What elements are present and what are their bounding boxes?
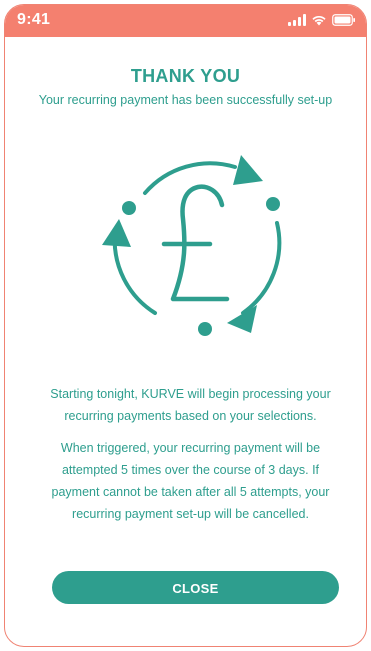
status-time: 9:41 [17, 11, 51, 28]
page-subtitle: Your recurring payment has been successf… [38, 93, 333, 107]
page-title: THANK YOU [130, 66, 241, 86]
signal-icon [288, 14, 306, 26]
pound-recurring-icon [102, 155, 282, 336]
status-icons [288, 14, 356, 26]
battery-icon [332, 14, 355, 26]
info-paragraph-1: Starting tonight, KURVE will begin proce… [50, 387, 331, 423]
status-bar: 9:41 [5, 5, 366, 37]
close-button[interactable]: CLOSE [52, 571, 339, 604]
wifi-icon [312, 15, 326, 26]
info-paragraph-2: When triggered, your recurring payment w… [51, 441, 330, 521]
phone-frame: 9:41 THANK YOU Your recurring payment ha… [4, 4, 367, 647]
